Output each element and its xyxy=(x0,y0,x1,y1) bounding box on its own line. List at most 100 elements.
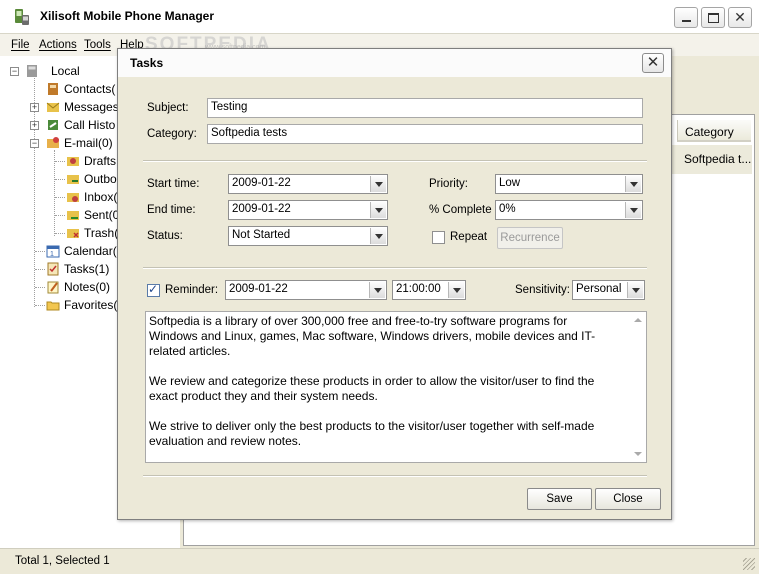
collapse-icon[interactable]: − xyxy=(30,138,39,148)
start-date-value: 2009-01-22 xyxy=(232,177,291,189)
menu-file[interactable]: File xyxy=(11,39,30,51)
complete-value: 0% xyxy=(499,203,516,215)
end-date-picker[interactable]: 2009-01-22 xyxy=(228,200,388,220)
chevron-down-icon[interactable] xyxy=(370,202,386,218)
tree-label: Drafts xyxy=(84,154,117,168)
resize-grip-icon[interactable] xyxy=(743,558,755,570)
priority-select[interactable]: Low xyxy=(495,174,643,194)
sensitivity-value: Personal xyxy=(576,283,622,295)
subject-field[interactable]: Testing xyxy=(207,98,643,118)
sensitivity-label: Sensitivity: xyxy=(515,284,570,296)
app-title: Xilisoft Mobile Phone Manager xyxy=(40,9,215,23)
category-label: Category: xyxy=(147,128,197,140)
tree-item-messages[interactable]: + Messages xyxy=(30,98,119,116)
tree-label: Inbox( xyxy=(84,190,118,204)
tree-label: Contacts( xyxy=(64,82,116,96)
trash-icon xyxy=(66,226,80,240)
notes-paragraph: Softpedia is a library of over 300,000 f… xyxy=(149,314,596,358)
list-cell-category[interactable]: Softpedia t... xyxy=(672,145,752,174)
inbox-icon xyxy=(66,190,80,204)
chevron-down-icon[interactable] xyxy=(625,202,641,218)
dialog-close-button[interactable]: ✕ xyxy=(642,53,664,73)
column-header-category[interactable]: Category xyxy=(677,120,751,142)
reminder-checkbox[interactable] xyxy=(147,282,160,297)
computer-icon xyxy=(25,64,39,78)
title-bar: Xilisoft Mobile Phone Manager ✕ xyxy=(0,0,759,34)
subject-label: Subject: xyxy=(147,102,189,114)
expand-icon[interactable]: + xyxy=(30,102,39,112)
chevron-down-icon[interactable] xyxy=(369,282,385,298)
tree-item-email[interactable]: − E-mail(0) xyxy=(30,134,113,152)
sent-icon xyxy=(66,208,80,222)
chevron-down-icon[interactable] xyxy=(370,228,386,244)
tree-label: E-mail(0) xyxy=(64,136,113,150)
notes-icon xyxy=(46,280,60,294)
tree-label: Calendar( xyxy=(64,244,117,258)
maximize-button[interactable] xyxy=(701,7,725,28)
tree-item-drafts[interactable]: Drafts xyxy=(66,152,116,170)
tree-label: Tasks(1) xyxy=(64,262,110,276)
tree-item-tasks[interactable]: Tasks(1) xyxy=(46,260,109,278)
complete-select[interactable]: 0% xyxy=(495,200,643,220)
reminder-label: Reminder: xyxy=(165,284,219,296)
messages-icon xyxy=(46,100,60,114)
menu-tools[interactable]: Tools xyxy=(84,39,111,51)
priority-label: Priority: xyxy=(429,178,468,190)
close-icon: ✕ xyxy=(646,54,660,71)
calendar-icon: 1 xyxy=(46,244,60,258)
recurrence-button[interactable]: Recurrence xyxy=(497,227,563,249)
outbox-icon xyxy=(66,172,80,186)
menu-actions[interactable]: Actions xyxy=(39,39,77,51)
call-history-icon xyxy=(46,118,60,132)
tree-label: Favorites( xyxy=(64,298,118,312)
category-field[interactable]: Softpedia tests xyxy=(207,124,643,144)
repeat-label: Repeat xyxy=(450,231,488,243)
sensitivity-select[interactable]: Personal xyxy=(572,280,645,300)
tree-item-sent[interactable]: Sent(0 xyxy=(66,206,119,224)
minimize-button[interactable] xyxy=(674,7,698,28)
tree-item-notes[interactable]: Notes(0) xyxy=(46,278,110,296)
tree-item-favorites[interactable]: Favorites( xyxy=(46,296,117,314)
repeat-checkbox[interactable] xyxy=(432,231,445,244)
chevron-down-icon[interactable] xyxy=(627,282,643,298)
status-select[interactable]: Not Started xyxy=(228,226,388,246)
status-bar: Total 1, Selected 1 xyxy=(0,548,759,574)
tree-label: Messages xyxy=(64,100,119,114)
chevron-down-icon[interactable] xyxy=(448,282,464,298)
notes-scrollbar[interactable] xyxy=(629,312,646,462)
tree-item-call-history[interactable]: + Call Histo xyxy=(30,116,115,134)
close-window-button[interactable]: ✕ xyxy=(728,7,752,28)
chevron-down-icon[interactable] xyxy=(625,176,641,192)
divider xyxy=(143,475,647,477)
save-button[interactable]: Save xyxy=(527,488,592,510)
close-button[interactable]: Close xyxy=(595,488,661,510)
chevron-down-icon[interactable] xyxy=(370,176,386,192)
reminder-date-picker[interactable]: 2009-01-22 xyxy=(225,280,387,300)
tree-label: Call Histo xyxy=(64,118,116,132)
collapse-icon[interactable]: − xyxy=(10,66,19,76)
maximize-icon xyxy=(707,12,719,23)
tree-label: Trash( xyxy=(84,226,119,240)
start-date-picker[interactable]: 2009-01-22 xyxy=(228,174,388,194)
scroll-up-icon[interactable] xyxy=(634,318,642,322)
dialog-title: Tasks xyxy=(130,56,164,70)
complete-label: % Complete xyxy=(429,204,492,216)
tree-label: Sent(0 xyxy=(84,208,120,222)
tree-item-local[interactable]: − Local xyxy=(10,62,80,80)
reminder-time-picker[interactable]: 21:00:00 xyxy=(392,280,466,300)
expand-icon[interactable]: + xyxy=(30,120,39,130)
status-label: Status: xyxy=(147,230,183,242)
end-date-value: 2009-01-22 xyxy=(232,203,291,215)
favorites-icon xyxy=(46,298,60,312)
email-icon xyxy=(46,136,60,150)
tree-item-outbox[interactable]: Outbo xyxy=(66,170,117,188)
tree-item-calendar[interactable]: 1 Calendar( xyxy=(46,242,117,260)
tree-item-trash[interactable]: Trash( xyxy=(66,224,118,242)
close-icon: ✕ xyxy=(734,9,746,25)
notes-textarea[interactable]: Softpedia is a library of over 300,000 f… xyxy=(145,311,647,463)
reminder-time-value: 21:00:00 xyxy=(396,283,441,295)
status-text: Total 1, Selected 1 xyxy=(15,555,110,567)
tree-item-contacts[interactable]: Contacts( xyxy=(46,80,115,98)
scroll-down-icon[interactable] xyxy=(634,452,642,456)
tree-item-inbox[interactable]: Inbox( xyxy=(66,188,117,206)
